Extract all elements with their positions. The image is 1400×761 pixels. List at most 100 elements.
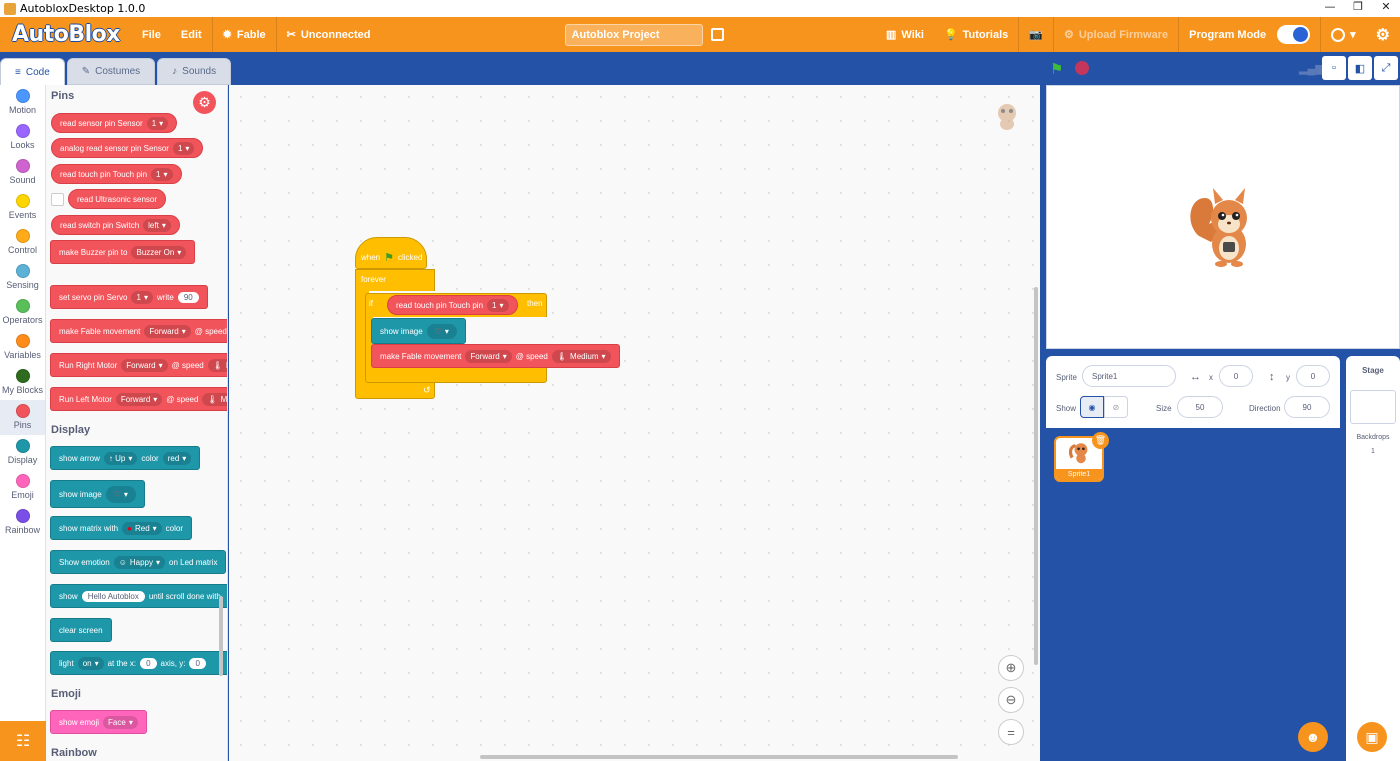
- arrow-direction-dropdown[interactable]: ↑ Up ▾: [103, 451, 138, 465]
- light-x-input[interactable]: 0: [140, 657, 157, 669]
- movement-dropdown[interactable]: Forward ▾: [144, 324, 191, 338]
- script-touch-dropdown[interactable]: 1 ▾: [487, 298, 509, 312]
- category-operators[interactable]: Operators: [0, 295, 45, 330]
- analog-pin-dropdown[interactable]: 1 ▾: [172, 141, 195, 155]
- script-direction-dropdown[interactable]: Forward ▾: [465, 349, 512, 363]
- right-motor-block[interactable]: Run Right Motor Forward▾ @ speed 🌡M: [50, 353, 227, 377]
- wiki-button[interactable]: ▥ Wiki: [876, 17, 934, 52]
- add-sprite-button[interactable]: ☻: [1298, 722, 1328, 752]
- show-emotion-block[interactable]: Show emotion ☺ Happy ▾ on Led matrix: [50, 550, 227, 574]
- image-dropdown[interactable]: ♡ ▾: [105, 485, 136, 503]
- hide-sprite-button[interactable]: ⊘: [1104, 396, 1128, 418]
- project-title-input[interactable]: Autoblox Project: [564, 23, 703, 46]
- show-emoji-block[interactable]: show emoji Face ▾: [50, 710, 147, 734]
- buzzer-dropdown[interactable]: Buzzer On ▾: [131, 245, 187, 259]
- servo-dropdown[interactable]: 1 ▾: [131, 290, 153, 304]
- small-stage-button[interactable]: ▫: [1322, 56, 1346, 80]
- left-speed-dropdown[interactable]: 🌡Me: [202, 392, 227, 406]
- stop-icon[interactable]: [1075, 61, 1089, 75]
- clear-screen-block[interactable]: clear screen: [50, 618, 112, 642]
- fullscreen-button[interactable]: ⤢: [1374, 56, 1398, 80]
- left-motor-block[interactable]: Run Left Motor Forward▾ @ speed 🌡Me: [50, 387, 227, 411]
- screenshot-button[interactable]: 📷: [1019, 17, 1053, 52]
- category-my-blocks[interactable]: My Blocks: [0, 365, 45, 400]
- minimize-button[interactable]: —: [1316, 0, 1344, 13]
- connection-menu[interactable]: ✂ Unconnected: [277, 17, 381, 52]
- maximize-button[interactable]: ❐: [1344, 0, 1372, 13]
- program-mode-toggle[interactable]: [1277, 25, 1311, 44]
- stage-canvas[interactable]: [1046, 85, 1400, 349]
- script-show-image-block[interactable]: show image ♡ ▾: [371, 318, 466, 344]
- matrix-color-dropdown[interactable]: ● Red ▾: [122, 521, 162, 535]
- touch-pin-dropdown[interactable]: 1 ▾: [151, 167, 173, 181]
- script-speed-dropdown[interactable]: 🌡 Medium ▾: [551, 349, 611, 363]
- sprite-size-input[interactable]: 50: [1177, 396, 1223, 418]
- workspace-vertical-scrollbar[interactable]: [1034, 287, 1038, 665]
- add-backdrop-button[interactable]: ▣: [1357, 722, 1387, 752]
- upload-firmware-button[interactable]: ⚙ Upload Firmware: [1054, 17, 1178, 52]
- category-display[interactable]: Display: [0, 435, 45, 470]
- read-touch-block[interactable]: read touch pin Touch pin 1 ▾: [51, 164, 182, 184]
- right-motor-dropdown[interactable]: Forward ▾: [121, 358, 168, 372]
- show-text-block[interactable]: show Hello Autoblox until scroll done wi…: [50, 584, 227, 608]
- zoom-in-button[interactable]: ⊕: [998, 655, 1024, 681]
- green-flag-icon[interactable]: ⚑: [1050, 60, 1063, 78]
- sprite-direction-input[interactable]: 90: [1284, 396, 1330, 418]
- script-fable-movement-block[interactable]: make Fable movement Forward ▾ @ speed 🌡 Me…: [371, 344, 620, 368]
- show-image-block[interactable]: show image ♡ ▾: [50, 480, 145, 508]
- category-emoji[interactable]: Emoji: [0, 470, 45, 505]
- tab-code[interactable]: ≡ Code: [0, 58, 65, 85]
- show-matrix-block[interactable]: show matrix with ● Red ▾ color: [50, 516, 193, 540]
- save-icon[interactable]: [710, 28, 724, 41]
- device-menu[interactable]: ✹ Fable: [213, 17, 276, 52]
- left-motor-dropdown[interactable]: Forward ▾: [115, 392, 163, 406]
- file-menu[interactable]: File: [132, 17, 171, 52]
- buzzer-block[interactable]: make Buzzer pin to Buzzer On ▾: [50, 240, 196, 264]
- category-variables[interactable]: Variables: [0, 330, 45, 365]
- category-looks[interactable]: Looks: [0, 120, 45, 155]
- emoji-dropdown[interactable]: Face ▾: [103, 715, 138, 729]
- emotion-dropdown[interactable]: ☺ Happy ▾: [113, 555, 166, 569]
- language-menu[interactable]: ▾: [1321, 17, 1366, 52]
- category-rainbow[interactable]: Rainbow: [0, 505, 45, 540]
- add-extension-button[interactable]: ☷: [0, 721, 46, 761]
- light-y-input[interactable]: 0: [189, 657, 206, 669]
- large-stage-button[interactable]: ◧: [1348, 56, 1372, 80]
- sprite-x-input[interactable]: 0: [1219, 365, 1253, 387]
- light-block[interactable]: light on ▾ at the x: 0 axis, y: 0: [50, 651, 227, 675]
- show-sprite-button[interactable]: ◉: [1080, 396, 1104, 418]
- category-events[interactable]: Events: [0, 190, 45, 225]
- delete-sprite-button[interactable]: 🗑: [1092, 432, 1109, 449]
- settings-button[interactable]: ⚙: [1366, 17, 1400, 52]
- sprite-name-input[interactable]: Sprite1: [1082, 365, 1176, 387]
- sprite-y-input[interactable]: 0: [1296, 365, 1330, 387]
- text-input[interactable]: Hello Autoblox: [81, 590, 145, 602]
- zoom-out-button[interactable]: ⊖: [998, 687, 1024, 713]
- category-sensing[interactable]: Sensing: [0, 260, 45, 295]
- tutorials-button[interactable]: 💡 Tutorials: [934, 17, 1018, 52]
- switch-dropdown[interactable]: left ▾: [143, 218, 171, 232]
- script-read-touch-block[interactable]: read touch pin Touch pin 1 ▾: [387, 295, 518, 315]
- category-control[interactable]: Control: [0, 225, 45, 260]
- script-image-dropdown[interactable]: ♡ ▾: [426, 323, 457, 339]
- category-sound[interactable]: Sound: [0, 155, 45, 190]
- read-sensor-block[interactable]: read sensor pin Sensor 1 ▾: [51, 113, 178, 133]
- stage-selector-panel[interactable]: Stage Backdrops 1: [1346, 356, 1400, 761]
- category-motion[interactable]: Motion: [0, 85, 45, 120]
- squirrel-sprite[interactable]: [1185, 184, 1265, 273]
- show-arrow-block[interactable]: show arrow ↑ Up ▾ color red ▾: [50, 446, 201, 470]
- palette-scrollbar[interactable]: [219, 596, 223, 676]
- workspace-horizontal-scrollbar[interactable]: [480, 755, 958, 759]
- autoblox-logo[interactable]: AutoBlox: [12, 22, 120, 47]
- zoom-reset-button[interactable]: =: [998, 719, 1024, 745]
- light-dropdown[interactable]: on ▾: [77, 656, 104, 670]
- read-ultrasonic-block[interactable]: read Ultrasonic sensor: [68, 189, 167, 209]
- servo-angle-input[interactable]: 90: [177, 291, 199, 303]
- code-workspace[interactable]: when ⚑ clicked forever ↺ if then read to…: [229, 85, 1040, 761]
- backdrop-thumbnail[interactable]: [1350, 390, 1396, 424]
- read-switch-block[interactable]: read switch pin Switch left ▾: [51, 215, 180, 235]
- ultrasonic-checkbox[interactable]: [51, 193, 64, 206]
- edit-menu[interactable]: Edit: [171, 17, 212, 52]
- servo-block[interactable]: set servo pin Servo 1 ▾ write 90: [50, 285, 208, 309]
- fable-movement-block[interactable]: make Fable movement Forward ▾ @ speed: [50, 319, 227, 343]
